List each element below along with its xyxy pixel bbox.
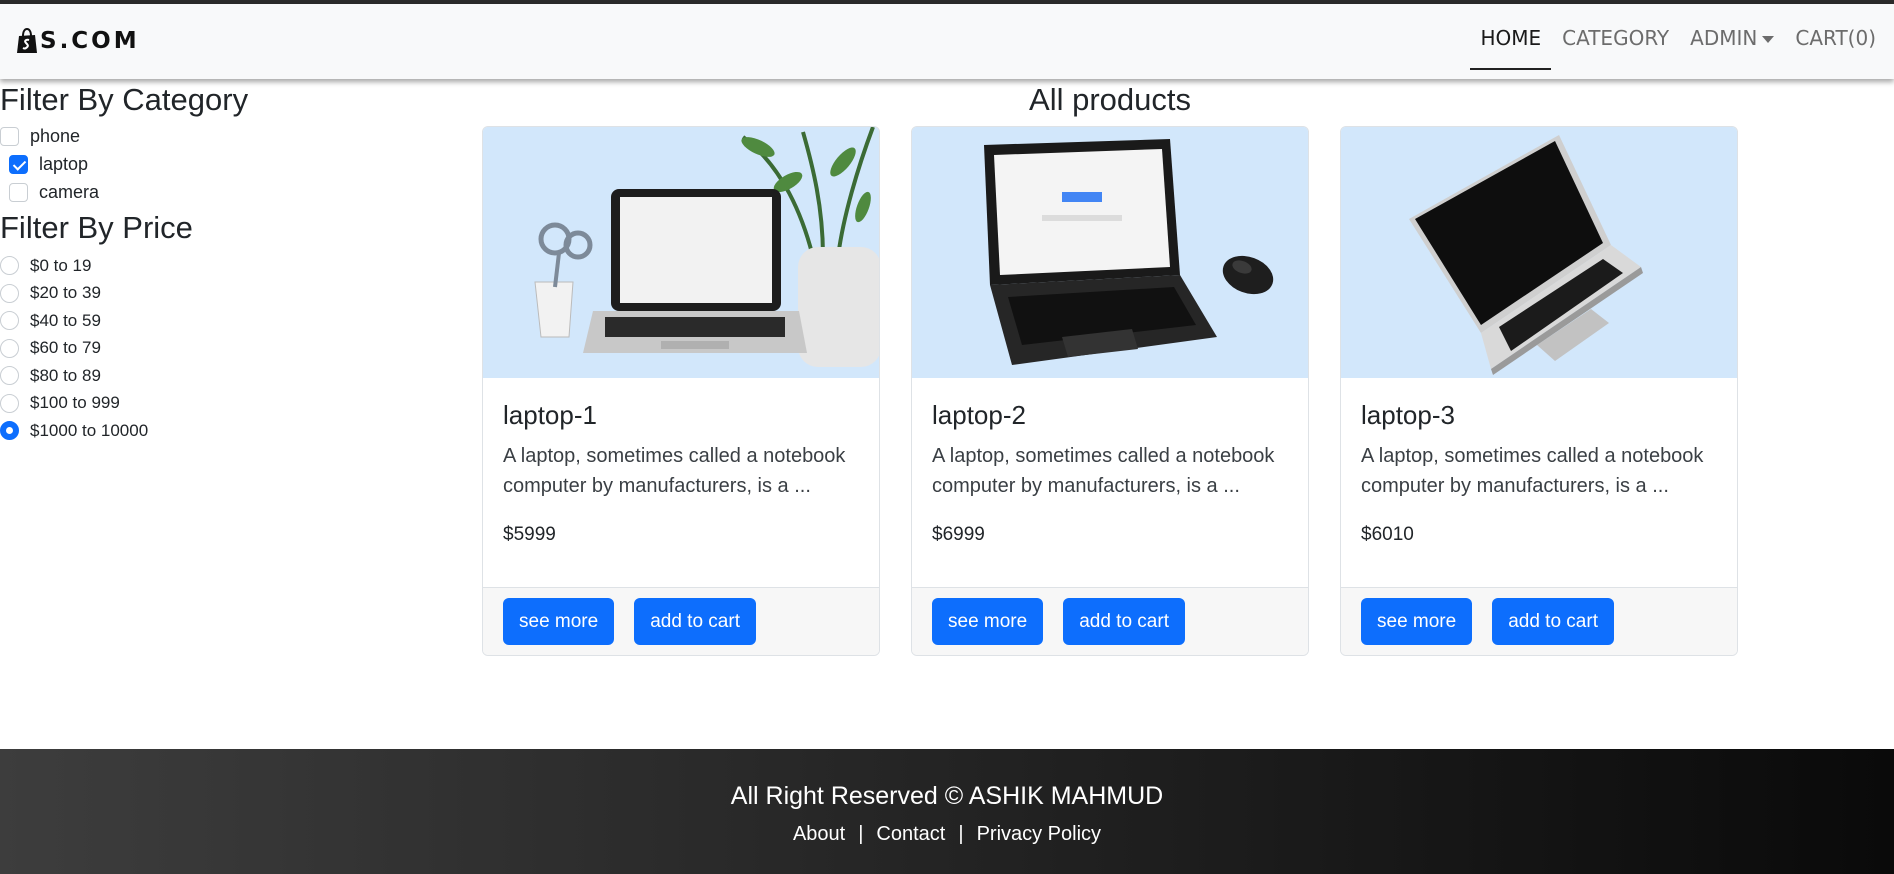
card-footer: see more add to cart bbox=[912, 587, 1308, 655]
category-option-camera[interactable]: camera bbox=[0, 178, 470, 206]
footer-copyright: All Right Reserved © ASHIK MAHMUD bbox=[730, 782, 1164, 810]
category-option-phone[interactable]: phone bbox=[0, 122, 470, 150]
price-option[interactable]: $80 to 89 bbox=[0, 362, 470, 390]
price-radio-list: $0 to 19 $20 to 39 $40 to 59 $60 to 79 $… bbox=[0, 252, 470, 445]
brand-logo[interactable]: S.COM bbox=[16, 28, 140, 54]
footer-links: About | Contact | Privacy Policy bbox=[0, 823, 1894, 846]
product-image bbox=[912, 127, 1308, 378]
price-label: $80 to 89 bbox=[30, 365, 101, 385]
card-body: laptop-2 A laptop, sometimes called a no… bbox=[912, 378, 1308, 546]
product-card: laptop-3 A laptop, sometimes called a no… bbox=[1340, 126, 1738, 656]
radio-button[interactable] bbox=[0, 393, 19, 413]
radio-button[interactable] bbox=[0, 366, 19, 386]
category-label: camera bbox=[39, 181, 100, 202]
add-to-cart-button[interactable]: add to cart bbox=[1063, 598, 1185, 645]
radio-button[interactable] bbox=[0, 283, 19, 303]
category-label: phone bbox=[30, 125, 81, 146]
product-description: A laptop, sometimes called a notebook co… bbox=[1361, 445, 1704, 497]
price-label: $40 to 59 bbox=[30, 310, 101, 330]
nav-admin-label: ADMIN bbox=[1690, 26, 1758, 50]
price-label: $1000 to 10000 bbox=[30, 420, 149, 440]
price-label: $0 to 19 bbox=[30, 255, 92, 275]
price-filter-title: Filter By Price bbox=[0, 210, 193, 245]
product-title: laptop-2 bbox=[932, 400, 1026, 430]
product-price: $6999 bbox=[932, 524, 985, 545]
footer-privacy-link[interactable]: Privacy Policy bbox=[977, 823, 1101, 846]
see-more-button[interactable]: see more bbox=[932, 598, 1044, 645]
filter-sidebar: Filter By Category phone laptop camera F… bbox=[0, 80, 470, 445]
caret-down-icon bbox=[1762, 36, 1775, 43]
category-filter-title: Filter By Category bbox=[0, 82, 249, 117]
radio-button[interactable] bbox=[0, 256, 19, 276]
price-option[interactable]: $1000 to 10000 bbox=[0, 417, 470, 445]
radio-button[interactable] bbox=[0, 338, 19, 358]
product-image bbox=[1341, 127, 1737, 378]
price-label: $20 to 39 bbox=[30, 283, 101, 303]
nav-links: HOME CATEGORY ADMIN CART(0) bbox=[1459, 26, 1876, 70]
product-price: $6010 bbox=[1361, 524, 1414, 545]
price-option[interactable]: $0 to 19 bbox=[0, 252, 470, 280]
footer: All Right Reserved © ASHIK MAHMUD About … bbox=[0, 749, 1894, 874]
radio-button-selected[interactable] bbox=[0, 421, 19, 441]
price-label: $100 to 999 bbox=[30, 393, 120, 413]
card-body: laptop-1 A laptop, sometimes called a no… bbox=[483, 378, 879, 546]
product-price: $5999 bbox=[503, 524, 556, 545]
add-to-cart-button[interactable]: add to cart bbox=[634, 598, 756, 645]
nav-category-link[interactable]: CATEGORY bbox=[1562, 26, 1669, 54]
product-description: A laptop, sometimes called a notebook co… bbox=[503, 445, 846, 497]
radio-button[interactable] bbox=[0, 311, 19, 331]
price-option[interactable]: $20 to 39 bbox=[0, 280, 470, 308]
brand-name: S.COM bbox=[40, 28, 140, 54]
category-option-laptop[interactable]: laptop bbox=[0, 150, 470, 178]
add-to-cart-button[interactable]: add to cart bbox=[1492, 598, 1614, 645]
nav-admin-dropdown[interactable]: ADMIN bbox=[1690, 26, 1775, 54]
product-card: laptop-1 A laptop, sometimes called a no… bbox=[482, 126, 880, 656]
see-more-button[interactable]: see more bbox=[503, 598, 615, 645]
shopping-bag-icon bbox=[17, 28, 37, 53]
price-label: $60 to 79 bbox=[30, 338, 101, 358]
price-option[interactable]: $60 to 79 bbox=[0, 335, 470, 363]
category-label: laptop bbox=[39, 153, 89, 174]
navbar: S.COM HOME CATEGORY ADMIN CART(0) bbox=[0, 4, 1894, 79]
product-image bbox=[483, 127, 879, 378]
checkbox[interactable] bbox=[9, 182, 28, 202]
nav-home-link[interactable]: HOME bbox=[1470, 26, 1551, 70]
product-title: laptop-1 bbox=[503, 400, 597, 430]
page-title: All products bbox=[1029, 82, 1191, 117]
footer-contact-link[interactable]: Contact bbox=[876, 823, 945, 846]
price-option[interactable]: $40 to 59 bbox=[0, 307, 470, 335]
footer-separator: | bbox=[858, 823, 864, 845]
checkbox-checked[interactable] bbox=[9, 154, 28, 174]
card-body: laptop-3 A laptop, sometimes called a no… bbox=[1341, 378, 1737, 546]
category-checkbox-list: phone laptop camera bbox=[0, 122, 470, 206]
card-footer: see more add to cart bbox=[483, 587, 879, 655]
silver-laptop-image bbox=[1341, 127, 1737, 378]
card-footer: see more add to cart bbox=[1341, 587, 1737, 655]
laptop-on-desk-image bbox=[483, 127, 879, 378]
product-title: laptop-3 bbox=[1361, 400, 1455, 430]
footer-about-link[interactable]: About bbox=[793, 823, 845, 846]
black-laptop-with-mouse-image bbox=[912, 127, 1308, 378]
footer-separator: | bbox=[958, 823, 964, 845]
checkbox[interactable] bbox=[0, 126, 19, 146]
nav-cart-link[interactable]: CART(0) bbox=[1795, 26, 1876, 54]
see-more-button[interactable]: see more bbox=[1361, 598, 1473, 645]
product-description: A laptop, sometimes called a notebook co… bbox=[932, 445, 1275, 497]
product-card: laptop-2 A laptop, sometimes called a no… bbox=[911, 126, 1309, 656]
price-option[interactable]: $100 to 999 bbox=[0, 390, 470, 418]
